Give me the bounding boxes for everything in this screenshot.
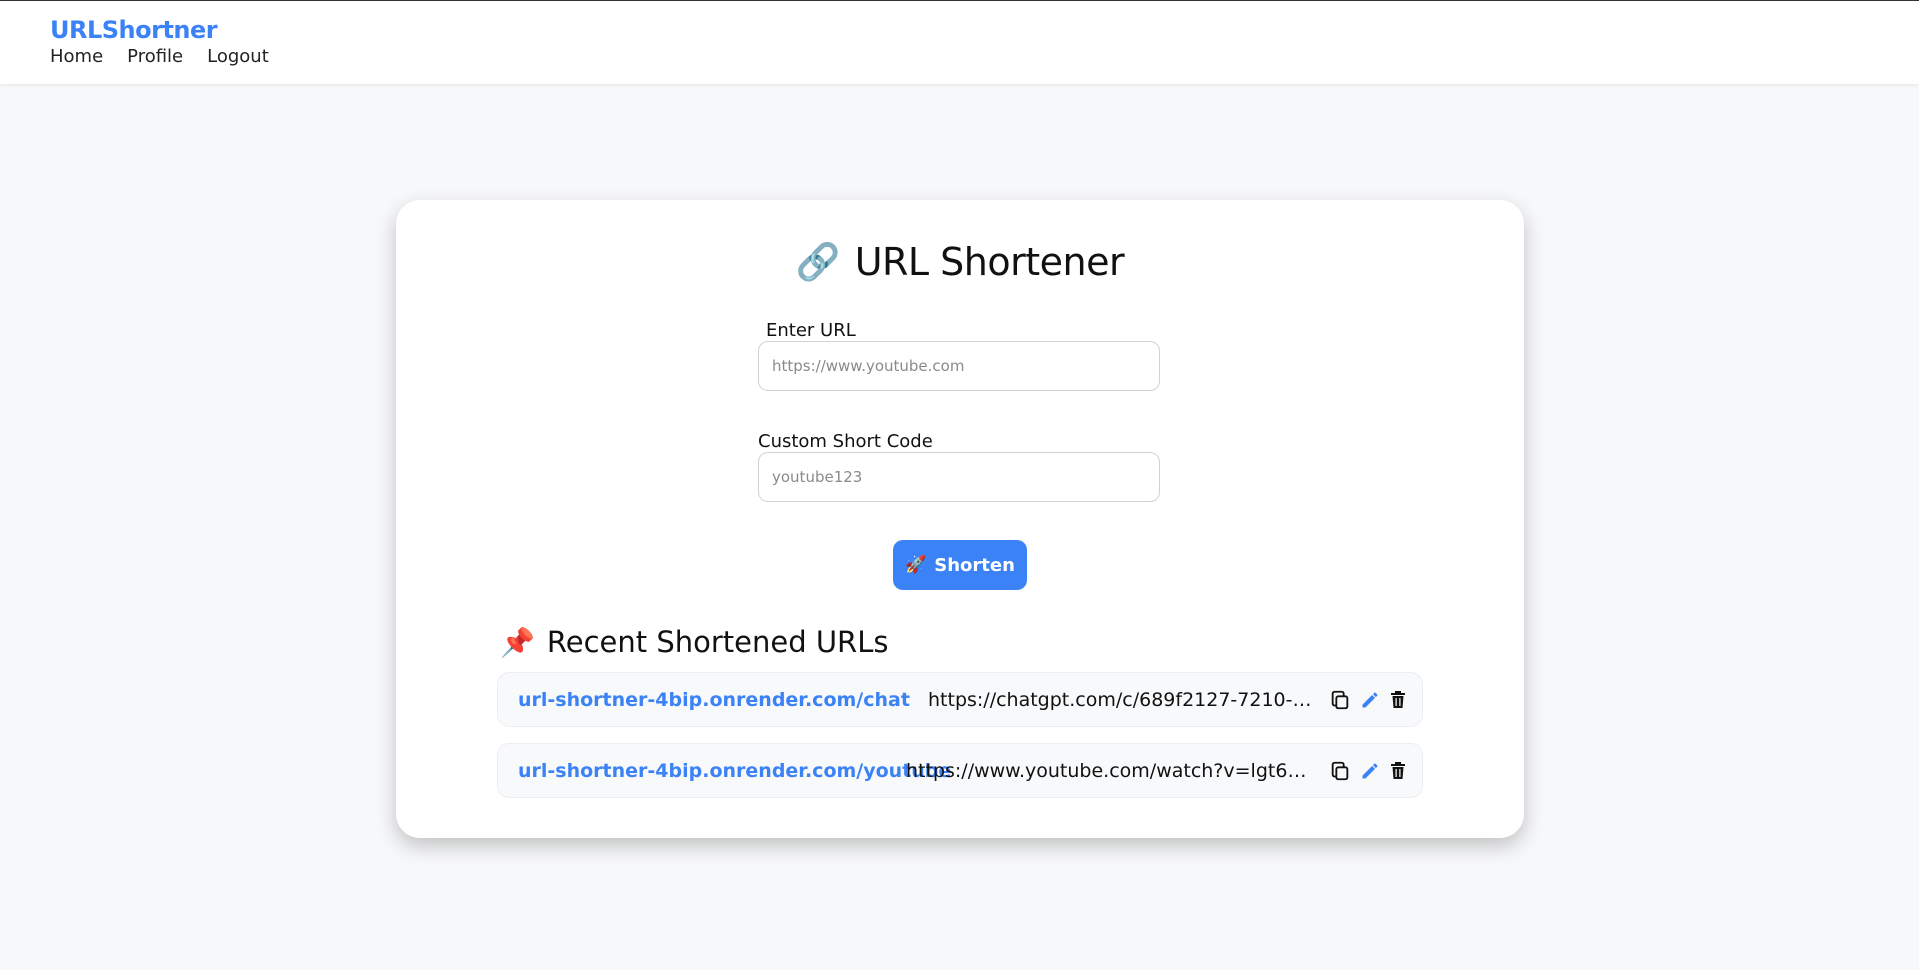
trash-icon[interactable] bbox=[1386, 688, 1410, 712]
recent-urls-title: Recent Shortened URLs bbox=[546, 625, 889, 659]
nav-links: Home Profile Logout bbox=[50, 46, 269, 67]
rocket-icon: 🚀 bbox=[905, 555, 927, 575]
short-code-input[interactable] bbox=[758, 452, 1160, 502]
copy-icon[interactable] bbox=[1328, 759, 1352, 783]
shortener-card: 🔗 URL Shortener Enter URL Custom Short C… bbox=[396, 200, 1524, 838]
nav-link-home[interactable]: Home bbox=[50, 46, 103, 67]
copy-icon[interactable] bbox=[1328, 688, 1352, 712]
shorten-button-label: Shorten bbox=[934, 554, 1015, 576]
list-item: url-shortner-4bip.onrender.com/youtube h… bbox=[497, 743, 1423, 798]
nav-link-logout[interactable]: Logout bbox=[207, 46, 269, 67]
url-field-label: Enter URL bbox=[766, 320, 856, 341]
recent-urls-heading: 📌 Recent Shortened URLs bbox=[500, 625, 888, 659]
short-url-link[interactable]: url-shortner-4bip.onrender.com/youtube bbox=[518, 760, 951, 782]
navbar: URLShortner Home Profile Logout bbox=[0, 1, 1919, 84]
shorten-button[interactable]: 🚀 Shorten bbox=[893, 540, 1027, 590]
link-icon: 🔗 bbox=[795, 242, 841, 283]
list-item: url-shortner-4bip.onrender.com/chat http… bbox=[497, 672, 1423, 727]
page-title: URL Shortener bbox=[854, 240, 1125, 284]
original-url: https://www.youtube.com/watch?v=lgt66hvT… bbox=[906, 759, 1313, 782]
short-url-link[interactable]: url-shortner-4bip.onrender.com/chat bbox=[518, 689, 910, 711]
edit-pencil-icon[interactable] bbox=[1358, 688, 1382, 712]
nav-link-profile[interactable]: Profile bbox=[127, 46, 183, 67]
original-url: https://chatgpt.com/c/689f2127-7210-832d… bbox=[928, 688, 1313, 711]
edit-pencil-icon[interactable] bbox=[1358, 759, 1382, 783]
card-title-row: 🔗 URL Shortener bbox=[396, 240, 1524, 284]
trash-icon[interactable] bbox=[1386, 759, 1410, 783]
short-code-label: Custom Short Code bbox=[758, 431, 933, 452]
pushpin-icon: 📌 bbox=[500, 625, 535, 659]
brand-logo[interactable]: URLShortner bbox=[50, 16, 218, 44]
url-input[interactable] bbox=[758, 341, 1160, 391]
